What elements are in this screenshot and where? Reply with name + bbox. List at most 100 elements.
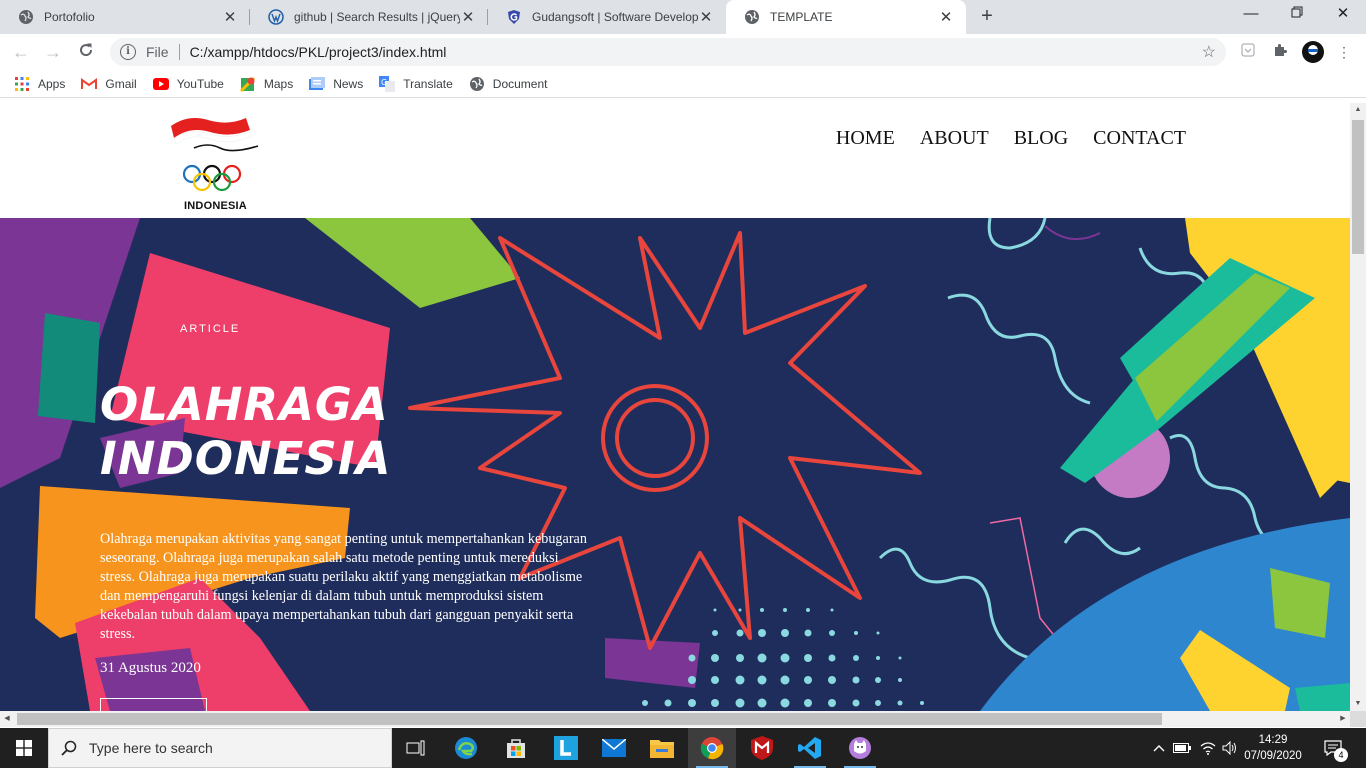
nav-home[interactable]: HOME xyxy=(836,127,895,150)
edge-icon[interactable] xyxy=(442,728,490,768)
url-text[interactable]: C:/xampp/htdocs/PKL/project3/index.html xyxy=(190,44,447,60)
bookmark-news[interactable]: News xyxy=(309,76,363,92)
nav-blog[interactable]: BLOG xyxy=(1014,127,1068,150)
minimize-button[interactable]: — xyxy=(1228,0,1274,30)
scheme-label: File xyxy=(146,44,169,60)
scroll-corner xyxy=(1350,711,1366,727)
nav-about[interactable]: ABOUT xyxy=(920,127,989,150)
tab-portofolio[interactable]: Portofolio ✕ xyxy=(0,0,250,34)
hero-section: ARTICLE OLAHRAGA INDONESIA Olahraga meru… xyxy=(0,218,1350,711)
hero-body-text: Olahraga merupakan aktivitas yang sangat… xyxy=(100,531,587,642)
restore-icon xyxy=(1291,6,1303,18)
close-window-button[interactable]: ✕ xyxy=(1320,0,1366,30)
clock-time: 14:29 xyxy=(1258,734,1288,746)
windows-taskbar: Type here to search 14:29 07/09/2020 4 xyxy=(0,728,1366,768)
tab-template[interactable]: TEMPLATE ✕ xyxy=(726,0,966,34)
nav-contact[interactable]: CONTACT xyxy=(1093,127,1186,150)
vertical-scroll-thumb[interactable] xyxy=(1352,120,1364,254)
tab-label: Portofolio xyxy=(44,10,95,24)
tab-label: github | Search Results | jQuery A xyxy=(294,10,460,24)
tab-gudangsoft[interactable]: Gudangsoft | Software Developer ✕ xyxy=(488,0,726,34)
profile-avatar[interactable] xyxy=(1301,40,1325,64)
bookmark-translate[interactable]: G Translate xyxy=(379,75,453,92)
horizontal-scrollbar[interactable]: ◀ ▶ xyxy=(0,711,1350,727)
close-icon[interactable]: ✕ xyxy=(938,8,954,26)
file-explorer-icon[interactable] xyxy=(638,728,686,768)
launcher-l-icon[interactable] xyxy=(542,728,590,768)
cat-app-icon[interactable] xyxy=(836,728,884,768)
close-icon[interactable]: ✕ xyxy=(222,8,238,26)
globe-icon xyxy=(744,9,760,25)
vertical-scrollbar[interactable]: ▲ ▼ xyxy=(1350,103,1366,711)
reading-list-icon[interactable] xyxy=(1238,42,1258,62)
task-view-icon[interactable] xyxy=(392,728,440,768)
hero-eyebrow: ARTICLE xyxy=(180,323,241,335)
main-nav: HOME ABOUT BLOG CONTACT xyxy=(811,127,1186,150)
bookmark-label: Gmail xyxy=(105,76,137,91)
bookmark-label: News xyxy=(333,76,364,91)
wordpress-icon xyxy=(268,9,284,25)
gmail-icon xyxy=(81,76,98,92)
taskbar-search[interactable]: Type here to search xyxy=(48,728,392,768)
tab-strip: Portofolio ✕ github | Search Results | j… xyxy=(0,0,1366,34)
extensions-puzzle-icon[interactable] xyxy=(1270,42,1290,62)
new-tab-button[interactable]: + xyxy=(976,6,998,28)
tab-label: TEMPLATE xyxy=(770,10,833,24)
site-logo[interactable]: INDONESIA xyxy=(168,108,263,213)
scroll-down-icon[interactable]: ▼ xyxy=(1350,697,1366,711)
clock-date: 07/09/2020 xyxy=(1244,750,1302,762)
mcafee-icon[interactable] xyxy=(738,728,786,768)
vscode-icon[interactable] xyxy=(786,728,834,768)
battery-icon[interactable] xyxy=(1172,728,1192,768)
translate-icon: G xyxy=(379,75,396,92)
bookmark-label: Translate xyxy=(403,76,453,91)
hero-date: 31 Agustus 2020 xyxy=(100,660,201,676)
notification-badge: 4 xyxy=(1334,748,1348,762)
store-icon[interactable] xyxy=(492,728,540,768)
scroll-right-icon[interactable]: ▶ xyxy=(1336,711,1350,727)
maps-icon xyxy=(239,76,256,92)
bookmark-document[interactable]: Document xyxy=(469,76,548,92)
info-icon[interactable]: i xyxy=(120,44,136,60)
system-clock[interactable]: 14:29 07/09/2020 xyxy=(1240,732,1306,764)
address-bar[interactable]: i File C:/xampp/htdocs/PKL/project3/inde… xyxy=(110,38,1226,66)
youtube-icon xyxy=(152,76,169,92)
forward-button[interactable]: → xyxy=(40,39,66,65)
scroll-up-icon[interactable]: ▲ xyxy=(1350,103,1366,117)
bookmark-label: Document xyxy=(492,76,548,91)
mail-icon[interactable] xyxy=(590,728,638,768)
tray-overflow-chevron-icon[interactable] xyxy=(1150,728,1168,768)
hero-title: OLAHRAGA INDONESIA xyxy=(100,378,391,486)
wifi-icon[interactable] xyxy=(1198,728,1218,768)
bookmarks-bar: Apps Gmail YouTube Maps News G Translate xyxy=(0,70,1366,98)
browser-toolbar: ← → i File C:/xampp/htdocs/PKL/project3/… xyxy=(0,34,1366,70)
bookmark-youtube[interactable]: YouTube xyxy=(152,76,224,92)
bookmark-gmail[interactable]: Gmail xyxy=(81,76,137,92)
svg-text:G: G xyxy=(381,78,387,87)
hero-title-line2: INDONESIA xyxy=(100,432,392,485)
hero-read-more-button[interactable] xyxy=(100,698,207,711)
tab-github-search[interactable]: github | Search Results | jQuery A ✕ xyxy=(250,0,488,34)
back-button[interactable]: ← xyxy=(8,39,34,65)
logo-text: INDONESIA xyxy=(184,200,247,212)
bookmark-apps[interactable]: Apps xyxy=(14,76,65,92)
bookmark-star-icon[interactable]: ☆ xyxy=(1202,42,1216,62)
volume-icon[interactable] xyxy=(1220,728,1240,768)
close-icon[interactable]: ✕ xyxy=(460,8,476,26)
globe-icon xyxy=(469,76,485,92)
news-icon xyxy=(309,76,326,92)
windows-logo-icon xyxy=(16,740,32,756)
apps-grid-icon xyxy=(14,76,30,92)
menu-kebab-icon[interactable]: ⋮ xyxy=(1334,42,1354,62)
restore-button[interactable] xyxy=(1274,0,1320,30)
chrome-icon[interactable] xyxy=(688,728,736,768)
bookmark-maps[interactable]: Maps xyxy=(239,76,293,92)
scroll-left-icon[interactable]: ◀ xyxy=(0,711,14,727)
close-icon[interactable]: ✕ xyxy=(698,8,714,26)
omnibox-divider xyxy=(178,44,180,60)
search-placeholder: Type here to search xyxy=(89,740,213,756)
reload-button[interactable] xyxy=(73,39,99,65)
bookmark-label: Apps xyxy=(38,76,66,91)
start-button[interactable] xyxy=(0,728,48,768)
horizontal-scroll-thumb[interactable] xyxy=(17,713,1162,725)
